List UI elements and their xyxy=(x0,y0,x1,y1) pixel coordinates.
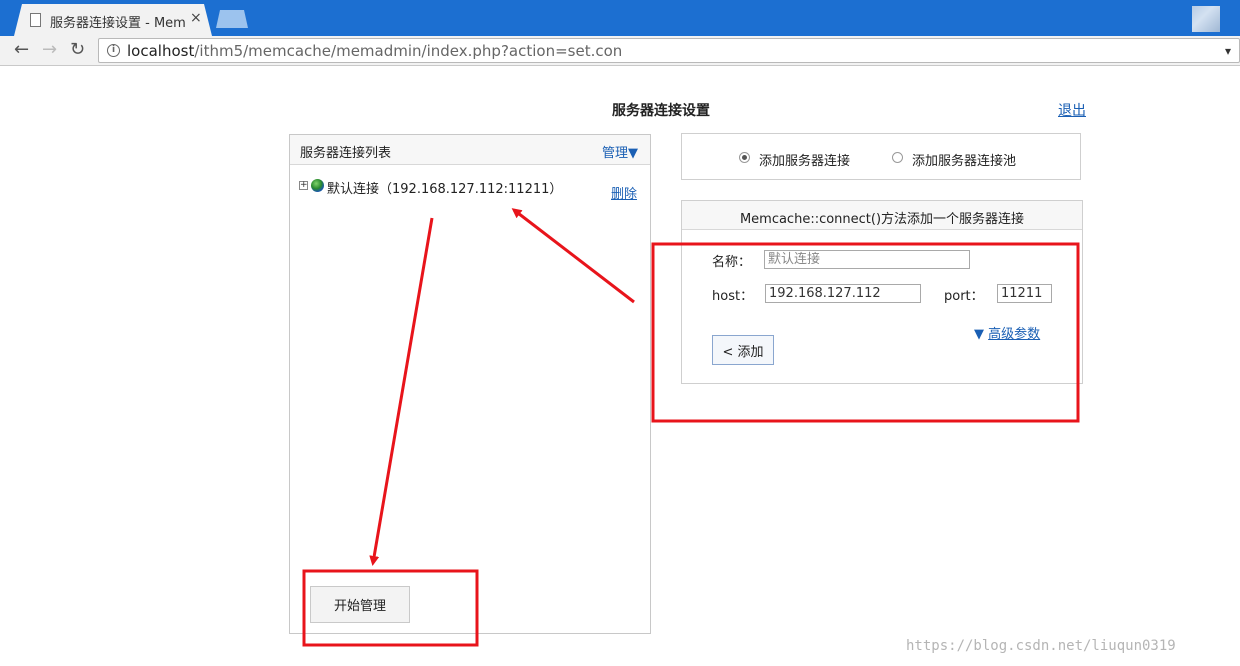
add-connection-form: Memcache::connect()方法添加一个服务器连接 名称： host：… xyxy=(681,200,1083,384)
host-label: host： xyxy=(712,289,754,304)
url-host: localhost xyxy=(127,42,195,60)
triangle-down-icon: ▼ xyxy=(974,327,984,342)
add-button[interactable]: < 添加 xyxy=(712,335,774,365)
profile-avatar[interactable] xyxy=(1192,6,1220,32)
globe-icon xyxy=(311,179,324,192)
browser-tab[interactable]: 服务器连接设置 - MemA × xyxy=(14,4,212,36)
add-pool-radio-label[interactable]: 添加服务器连接池 xyxy=(912,150,1016,169)
advanced-params-label: 高级参数 xyxy=(988,327,1041,342)
form-title: Memcache::connect()方法添加一个服务器连接 xyxy=(682,201,1082,230)
forward-arrow-icon[interactable]: → xyxy=(42,39,57,60)
url-text[interactable]: localhost/ithm5/memcache/memadmin/index.… xyxy=(127,42,622,60)
server-list-panel: 服务器连接列表 管理▼ + 默认连接（192.168.127.112:11211… xyxy=(289,134,651,634)
logout-link[interactable]: 退出 xyxy=(1058,100,1086,120)
start-manage-button[interactable]: 开始管理 xyxy=(310,586,410,623)
close-tab-icon[interactable]: × xyxy=(190,10,202,26)
add-connection-radio-label[interactable]: 添加服务器连接 xyxy=(759,150,850,169)
server-list-header: 服务器连接列表 管理▼ xyxy=(290,135,650,165)
name-label: 名称： xyxy=(712,255,752,270)
expand-icon[interactable]: + xyxy=(299,181,308,190)
page-title: 服务器连接设置 xyxy=(612,103,710,119)
manage-menu[interactable]: 管理▼ xyxy=(602,142,638,161)
url-path: /ithm5/memcache/memadmin/index.php?actio… xyxy=(194,42,623,60)
server-item-label[interactable]: 默认连接（192.168.127.112:11211） xyxy=(327,178,562,197)
add-connection-radio[interactable] xyxy=(739,152,750,163)
port-label: port： xyxy=(944,289,984,304)
watermark: https://blog.csdn.net/liuqun0319 xyxy=(906,638,1176,654)
add-pool-radio[interactable] xyxy=(892,152,903,163)
browser-toolbar: ← → ↻ i localhost/ithm5/memcache/memadmi… xyxy=(0,36,1240,66)
connection-mode-box: 添加服务器连接 添加服务器连接池 xyxy=(681,133,1081,180)
server-list-title: 服务器连接列表 xyxy=(300,146,392,161)
tab-title: 服务器连接设置 - MemA xyxy=(50,16,185,31)
browser-titlebar: 服务器连接设置 - MemA × xyxy=(0,0,1240,36)
host-input[interactable] xyxy=(765,284,921,303)
name-input[interactable] xyxy=(764,250,970,269)
address-bar[interactable]: i localhost/ithm5/memcache/memadmin/inde… xyxy=(98,38,1240,63)
document-icon xyxy=(30,13,41,27)
reload-icon[interactable]: ↻ xyxy=(70,39,85,60)
info-icon[interactable]: i xyxy=(107,44,120,57)
port-input[interactable] xyxy=(997,284,1052,303)
delete-link[interactable]: 删除 xyxy=(611,183,637,202)
new-tab-button[interactable] xyxy=(216,10,248,28)
back-arrow-icon[interactable]: ← xyxy=(14,39,29,60)
pin-icon[interactable]: ▾ xyxy=(1225,44,1231,58)
advanced-params-link[interactable]: ▼ 高级参数 xyxy=(974,323,1040,342)
